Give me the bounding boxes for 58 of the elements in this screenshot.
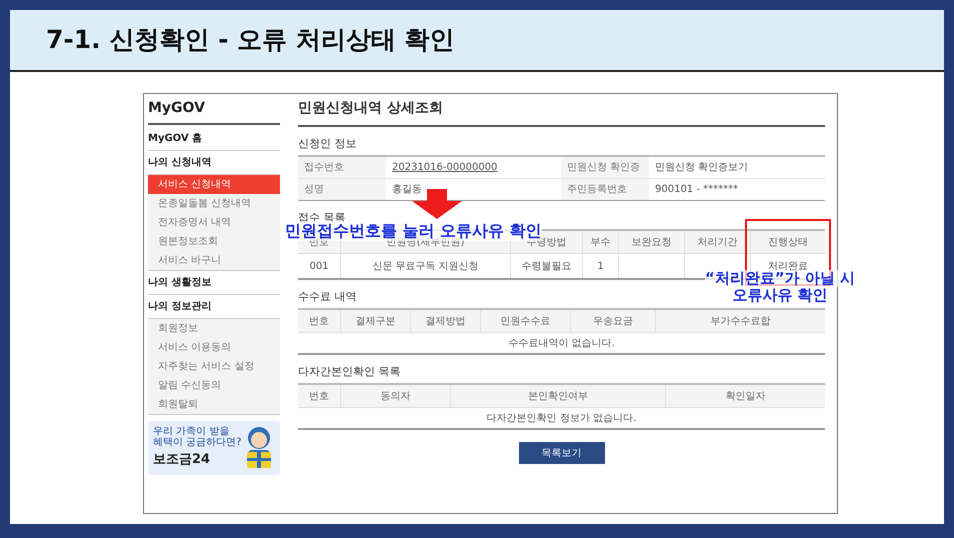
banner-text: 혜택이 궁금하다면? [153,437,242,448]
section-heading: 수수료 내역 [298,290,356,304]
page-title: 민원신청내역 상세조회 [298,98,825,127]
column-header: 보완요청 [618,231,684,253]
field-label: 접수번호 [304,161,344,175]
receipt-number-link[interactable]: 20231016-00000000 [392,160,498,175]
table-cell-text: 수령불필요 [522,260,572,274]
column-header: 처리기간 [684,231,750,253]
column-header: 본인확인여부 [450,385,665,407]
subsidy-banner[interactable]: 우리 가족이 받을 혜택이 궁금하다면? 보조금24 [148,421,280,475]
sidebar-item[interactable]: 자주찾는 서비스 설정 [148,357,280,376]
sidebar-item[interactable]: 회원탈퇴 [148,395,280,414]
sidebar-section[interactable]: 나의 정보관리 [148,295,280,318]
callout-text: “처리완료”가 아닐 시 [704,270,856,287]
sidebar-item[interactable]: 서비스 바구니 [148,251,280,270]
section-heading: 접수 목록 [298,211,346,224]
field-value: 900101 - ******* [655,183,738,197]
sidebar-title: MyGOV [148,98,280,125]
table-cell-text: 처리완료 [768,260,808,272]
field-value: 홍길동 [392,183,422,197]
sidebar-item[interactable]: 서비스 이용동의 [148,338,280,357]
slide-title: 7-1. 신청확인 - 오류 처리상태 확인 [46,24,455,56]
column-header: 민원수수료 [480,310,570,332]
column-header: 확인일자 [665,385,825,407]
field-label: 성명 [304,183,324,197]
section-heading: 다자간본인확인 목록 [298,365,400,379]
column-header: 번호 [308,314,330,328]
callout-text: 오류사유 확인 [732,287,828,304]
field-label: 민원신청 확인증 [567,161,640,175]
table-cell-text: 1 [597,260,604,274]
column-header: 동의자 [340,385,450,407]
column-header: 부가수수료합 [655,310,825,332]
empty-message: 수수료내역이 없습니다. [508,336,615,350]
field-value: 민원신청 확인증보기 [655,161,748,175]
sidebar-item[interactable]: 원본정보조회 [148,232,280,251]
sidebar-item[interactable]: 서비스 신청내역 [148,175,280,194]
sidebar-section[interactable]: 나의 신청내역 [148,151,280,174]
empty-message: 다자간본인확인 정보가 없습니다. [486,412,636,426]
column-header: 부수 [582,231,618,253]
sidebar-item[interactable]: 회원정보 [148,319,280,338]
table-cell-text: 001 [309,260,329,274]
list-button[interactable]: 목록보기 [518,442,604,464]
column-header: 번호 [308,390,330,404]
column-header: 우송요금 [570,310,655,332]
field-label: 주민등록번호 [567,183,627,197]
sidebar-item[interactable]: 전자증명서 내역 [148,213,280,232]
banner-brand: 보조금24 [153,451,212,470]
banner-text: 우리 가족이 받을 [153,426,230,438]
sidebar-item[interactable]: 온종일돌봄 신청내역 [148,194,280,213]
sidebar-section[interactable]: MyGOV 홈 [148,127,280,150]
section-heading: 신청인 정보 [298,137,356,151]
column-header: 결제구분 [340,310,410,332]
callout-text: 민원접수번호를 눌러 오류사유 확인 [285,221,542,241]
column-header: 진행상태 [750,231,825,253]
sidebar-section[interactable]: 나의 생활정보 [148,271,280,294]
sidebar-item[interactable]: 알림 수신동의 [148,376,280,395]
column-header: 결제방법 [410,310,480,332]
table-cell-text: 신문 무료구독 지원신청 [372,260,479,274]
